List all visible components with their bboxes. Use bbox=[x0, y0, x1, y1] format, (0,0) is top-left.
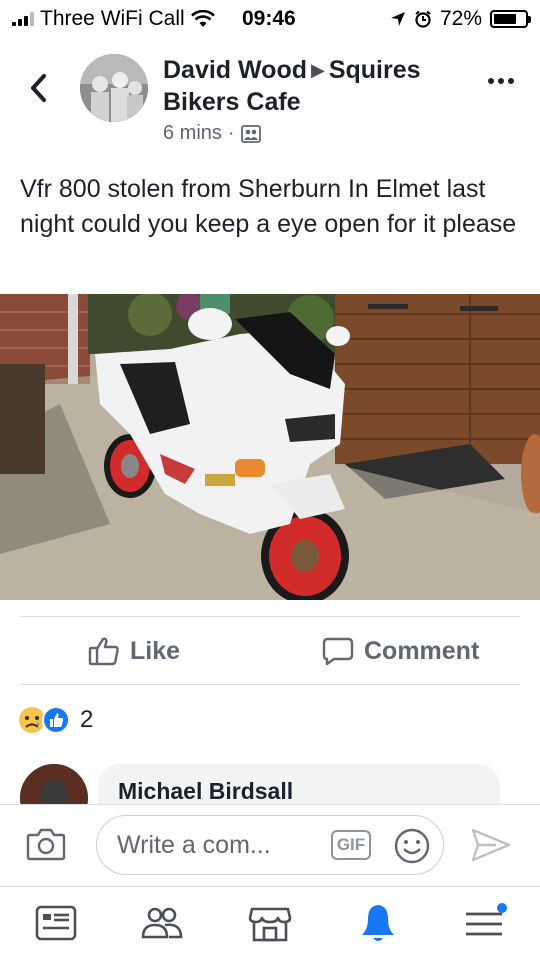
reactions-summary[interactable]: 2 bbox=[18, 706, 93, 734]
marketplace-icon[interactable] bbox=[246, 901, 294, 945]
friends-icon[interactable] bbox=[138, 901, 186, 945]
clock: 09:46 bbox=[242, 7, 296, 30]
divider bbox=[20, 684, 520, 685]
menu-icon[interactable] bbox=[460, 901, 508, 945]
back-chevron-icon[interactable] bbox=[24, 68, 54, 108]
comment-composer: Write a com... GIF bbox=[0, 804, 540, 886]
more-options-icon[interactable] bbox=[488, 78, 514, 84]
like-label: Like bbox=[130, 636, 181, 665]
send-icon[interactable] bbox=[470, 827, 512, 863]
group-arrow-icon: ▶ bbox=[310, 60, 325, 80]
post-time[interactable]: 6 mins bbox=[163, 122, 222, 145]
avatar-photo bbox=[80, 54, 148, 122]
battery-icon bbox=[490, 10, 531, 28]
location-icon bbox=[390, 12, 405, 26]
carrier-name: Three WiFi Call bbox=[40, 7, 185, 30]
author-avatar[interactable] bbox=[80, 54, 148, 122]
bottom-tab-bar bbox=[0, 886, 540, 960]
like-reaction-icon bbox=[42, 706, 70, 734]
battery-fill bbox=[494, 14, 516, 24]
emoji-icon[interactable] bbox=[393, 827, 431, 865]
post-title: David Wood ▶ Squires Bikers Cafe bbox=[163, 54, 473, 118]
comment-placeholder: Write a com... bbox=[117, 830, 271, 859]
motorcycle-photo bbox=[0, 294, 540, 600]
notifications-icon[interactable] bbox=[354, 901, 402, 945]
alarm-icon bbox=[415, 10, 431, 28]
meta-separator: · bbox=[227, 122, 235, 144]
gif-button[interactable]: GIF bbox=[331, 830, 371, 860]
status-bar: Three WiFi Call 09:46 72% bbox=[0, 0, 540, 38]
thumbs-up-icon bbox=[88, 637, 119, 666]
system-status: 72% bbox=[390, 7, 531, 31]
comment-input[interactable]: Write a com... GIF bbox=[96, 815, 444, 875]
like-button[interactable]: Like bbox=[88, 636, 180, 666]
camera-icon[interactable] bbox=[26, 827, 66, 861]
comment-label: Comment bbox=[364, 636, 480, 665]
reaction-count: 2 bbox=[80, 706, 94, 733]
post-header: David Wood ▶ Squires Bikers Cafe 6 mins · bbox=[163, 54, 473, 145]
divider bbox=[20, 616, 520, 617]
post-photo[interactable] bbox=[0, 294, 540, 600]
news-feed-icon[interactable] bbox=[32, 901, 80, 945]
group-audience-icon bbox=[240, 124, 261, 143]
post-text: Vfr 800 stolen from Sherburn In Elmet la… bbox=[20, 175, 517, 238]
carrier-info: Three WiFi Call bbox=[12, 7, 215, 31]
menu-badge-dot bbox=[497, 903, 507, 913]
signal-icon bbox=[12, 12, 34, 26]
post-meta: 6 mins · bbox=[163, 122, 473, 145]
wifi-icon bbox=[190, 10, 215, 27]
comment-author[interactable]: Michael Birdsall bbox=[118, 778, 480, 805]
comment-button[interactable]: Comment bbox=[322, 636, 479, 666]
battery-percent: 72% bbox=[439, 7, 482, 30]
author-name[interactable]: David Wood bbox=[163, 56, 307, 84]
comment-bubble-icon bbox=[322, 637, 354, 666]
